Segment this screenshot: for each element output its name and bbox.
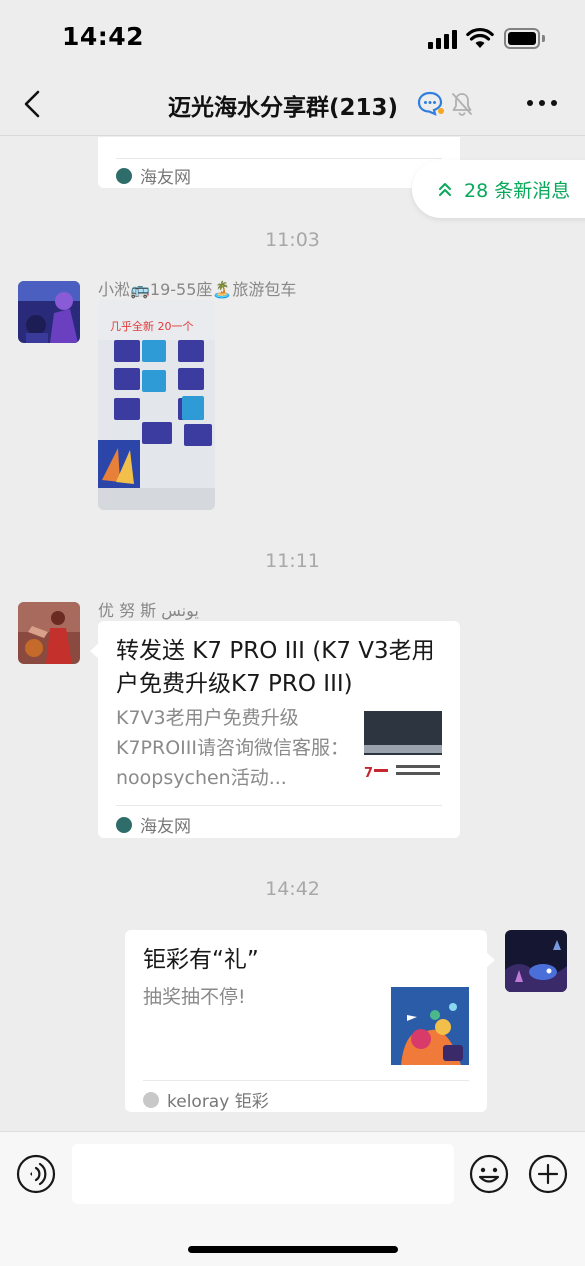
card-thumbnail [391, 987, 469, 1065]
message-input[interactable] [72, 1144, 454, 1204]
card-title: 转发送 K7 PRO III (K7 V3老用户免费升级K7 PRO III) [116, 638, 435, 697]
status-time: 14:42 [62, 22, 145, 51]
avatar[interactable] [18, 281, 80, 343]
more-options-button[interactable] [527, 100, 559, 110]
link-card[interactable]: 转发送 K7 PRO III (K7 V3老用户免费升级K7 PRO III) … [90, 621, 460, 838]
link-card[interactable]: 钜彩有“礼” 抽奖抽不停! keloray 钜彩 [125, 930, 495, 1112]
input-bar [0, 1131, 585, 1266]
image-caption: 几乎全新 20一个 [110, 319, 194, 333]
mute-bell-icon [452, 93, 472, 116]
image-message[interactable]: 几乎全新 20一个 [98, 300, 215, 510]
double-chevron-up-icon [439, 183, 451, 196]
card-source: 海友网 [116, 812, 191, 837]
my-avatar[interactable] [505, 930, 567, 992]
card-description: 抽奖抽不停! [143, 986, 246, 1008]
sender-name: 优 努 斯 يونس [98, 601, 199, 620]
emoji-button[interactable] [469, 1154, 509, 1194]
card-source: 海友网 [116, 163, 191, 188]
home-indicator [188, 1246, 398, 1253]
card-thumbnail: 7 [364, 711, 442, 783]
chat-header: 迈光海水分享群(213) [0, 72, 585, 136]
wifi-icon [466, 27, 494, 48]
chat-bubble-icon [417, 91, 444, 116]
voice-button[interactable] [16, 1154, 56, 1194]
timestamp: 11:03 [265, 229, 320, 251]
new-messages-button[interactable]: 28 条新消息 [412, 160, 585, 218]
haiyou-logo-icon [116, 167, 132, 184]
svg-text:7: 7 [364, 766, 373, 781]
card-description: K7V3老用户免费升级K7PROIII请咨询微信客服：noopsychen活动.… [116, 707, 349, 789]
avatar[interactable] [18, 602, 80, 664]
timestamp: 14:42 [265, 878, 320, 900]
haiyou-logo-icon [116, 816, 132, 833]
keloray-logo-icon [143, 1091, 159, 1108]
message-list[interactable]: 海友网 11:03 小淞🚌19-55座🏝️旅游包车 几乎全新 20一个 11:1… [0, 137, 585, 1131]
timestamp: 11:11 [265, 550, 320, 572]
chat-title: 迈光海水分享群(213) [168, 95, 399, 121]
status-bar: 14:42 [0, 0, 585, 72]
battery-icon [504, 28, 545, 49]
link-card[interactable]: 海友网 [98, 137, 460, 188]
sender-name: 小淞🚌19-55座🏝️旅游包车 [98, 280, 297, 299]
new-messages-label: 28 条新消息 [464, 179, 571, 202]
card-title: 钜彩有“礼” [143, 947, 259, 973]
back-button[interactable] [18, 86, 48, 122]
card-source: keloray 钜彩 [143, 1087, 269, 1112]
cellular-signal-icon [428, 29, 458, 49]
plus-button[interactable] [528, 1154, 568, 1194]
